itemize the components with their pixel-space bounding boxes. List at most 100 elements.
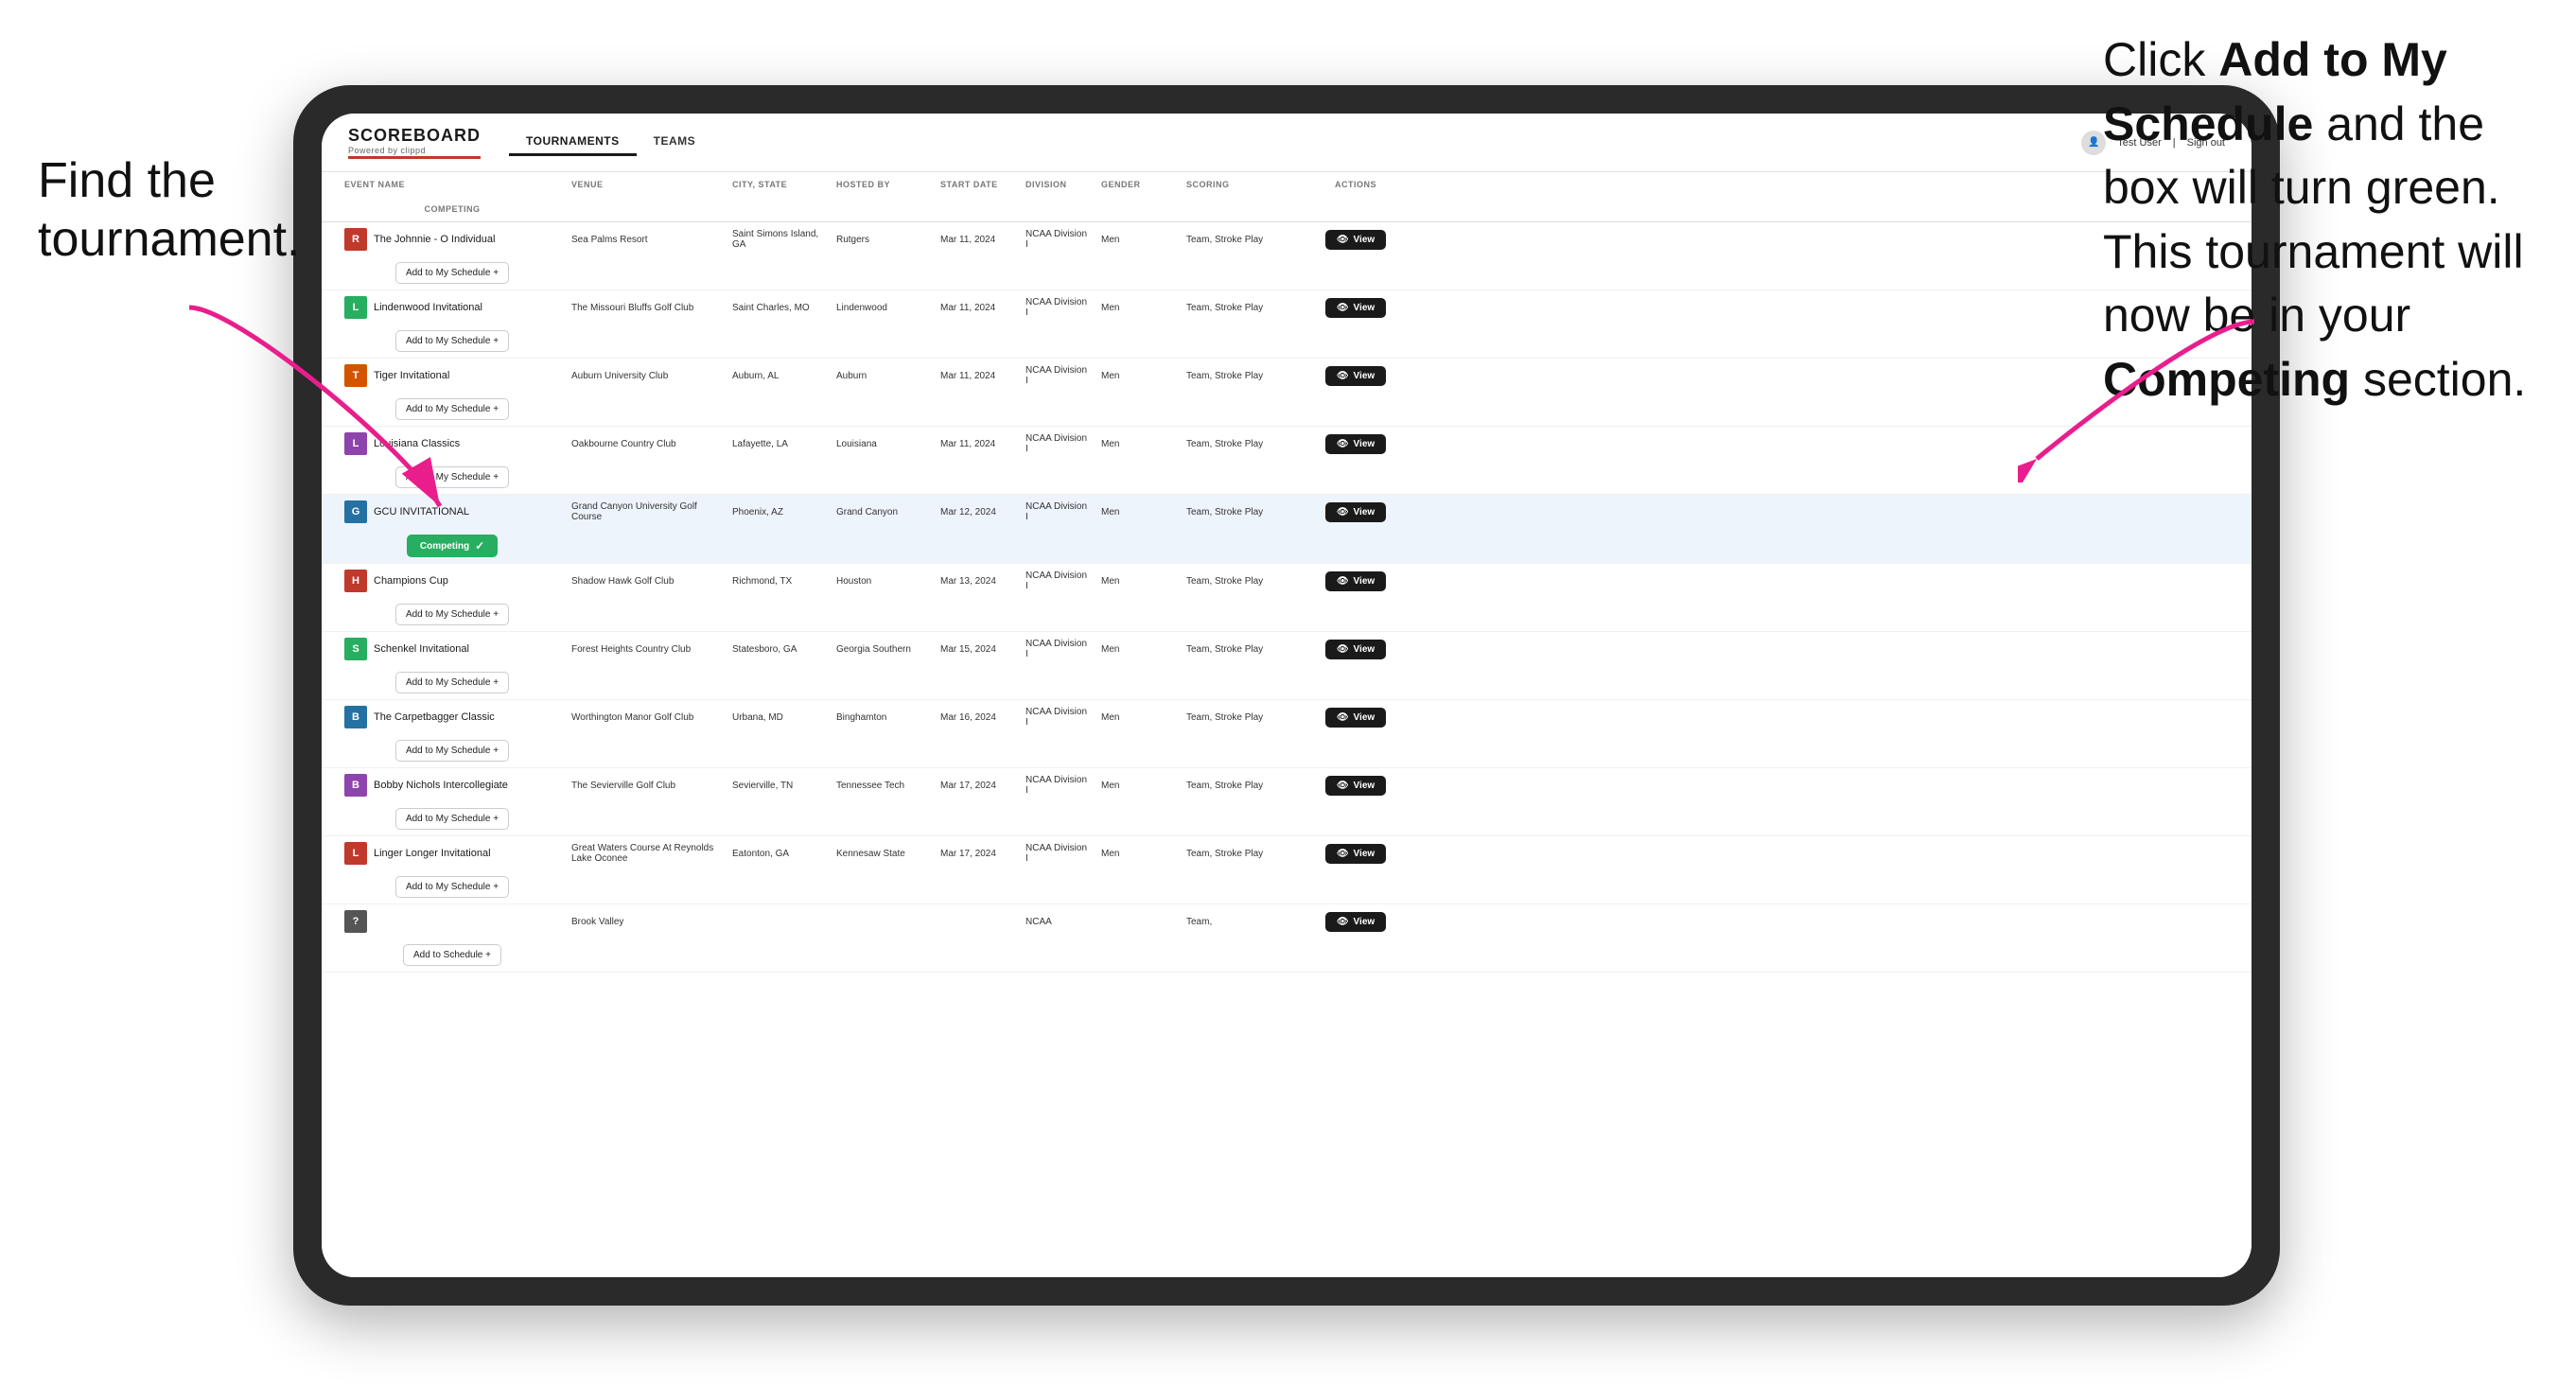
td-gender: Men	[1095, 843, 1181, 865]
td-city: Statesboro, GA	[727, 639, 831, 660]
table-row: LLindenwood InvitationalThe Missouri Blu…	[322, 290, 2252, 359]
annotation-left-line2: tournament.	[38, 212, 301, 267]
nav-tabs: TOURNAMENTS TEAMS	[509, 129, 712, 156]
logo-bar	[348, 156, 481, 159]
add-to-schedule-button[interactable]: Add to My Schedule +	[395, 740, 509, 762]
check-icon: ✓	[475, 539, 484, 553]
td-competing: Add to My Schedule +	[339, 870, 566, 904]
td-event: BBobby Nichols Intercollegiate	[339, 768, 566, 802]
add-to-schedule-button[interactable]: Add to My Schedule +	[395, 808, 509, 830]
td-division: NCAA	[1020, 911, 1095, 933]
td-scoring: Team, Stroke Play	[1181, 433, 1275, 455]
add-to-schedule-button[interactable]: Add to My Schedule +	[395, 672, 509, 693]
td-date: Mar 15, 2024	[935, 639, 1020, 660]
td-division: NCAA Division I	[1020, 360, 1095, 392]
td-competing: Add to My Schedule +	[339, 802, 566, 835]
td-date: Mar 13, 2024	[935, 570, 1020, 592]
add-to-schedule-button[interactable]: Add to My Schedule +	[395, 604, 509, 625]
td-hosted: Auburn	[831, 365, 935, 387]
td-city: Saint Simons Island, GA	[727, 223, 831, 255]
col-venue: VENUE	[566, 172, 727, 197]
col-actions: ACTIONS	[1275, 172, 1436, 197]
td-division: NCAA Division I	[1020, 633, 1095, 665]
event-name: The Johnnie - O Individual	[374, 234, 495, 245]
tab-tournaments[interactable]: TOURNAMENTS	[509, 129, 637, 156]
td-scoring: Team, Stroke Play	[1181, 365, 1275, 387]
eye-icon: 👁	[1337, 439, 1349, 449]
td-venue: Sea Palms Resort	[566, 229, 727, 251]
event-name: Bobby Nichols Intercollegiate	[374, 780, 508, 791]
eye-icon: 👁	[1337, 576, 1349, 587]
annotation-left-line1: Find the	[38, 153, 216, 208]
td-hosted: Tennessee Tech	[831, 775, 935, 797]
td-actions: 👁 View	[1275, 906, 1436, 938]
td-gender: Men	[1095, 570, 1181, 592]
td-gender: Men	[1095, 501, 1181, 523]
view-button[interactable]: 👁 View	[1325, 571, 1386, 591]
view-button[interactable]: 👁 View	[1325, 912, 1386, 932]
view-button[interactable]: 👁 View	[1325, 708, 1386, 728]
competing-button[interactable]: Competing ✓	[407, 535, 498, 557]
td-event: SSchenkel Invitational	[339, 632, 566, 666]
td-city: Eatonton, GA	[727, 843, 831, 865]
eye-icon: 👁	[1337, 235, 1349, 245]
td-actions: 👁 View	[1275, 634, 1436, 665]
logo-area: SCOREBOARD Powered by clippd	[348, 126, 481, 159]
td-hosted: Louisiana	[831, 433, 935, 455]
td-competing: Add to My Schedule +	[339, 598, 566, 631]
td-competing: Add to Schedule +	[339, 939, 566, 972]
view-button[interactable]: 👁 View	[1325, 298, 1386, 318]
eye-icon: 👁	[1337, 371, 1349, 381]
col-competing: COMPETING	[339, 197, 566, 221]
team-logo: ?	[344, 910, 367, 933]
table-body: RThe Johnnie - O IndividualSea Palms Res…	[322, 222, 2252, 973]
td-city	[727, 916, 831, 927]
td-date: Mar 17, 2024	[935, 843, 1020, 865]
annotation-left: Find the tournament.	[38, 151, 301, 270]
td-hosted: Binghamton	[831, 707, 935, 728]
td-city: Urbana, MD	[727, 707, 831, 728]
td-gender: Men	[1095, 229, 1181, 251]
td-hosted: Georgia Southern	[831, 639, 935, 660]
td-event: RThe Johnnie - O Individual	[339, 222, 566, 256]
view-button[interactable]: 👁 View	[1325, 434, 1386, 454]
tab-teams[interactable]: TEAMS	[637, 129, 713, 156]
td-city: Richmond, TX	[727, 570, 831, 592]
view-button[interactable]: 👁 View	[1325, 230, 1386, 250]
eye-icon: 👁	[1337, 917, 1349, 927]
view-button[interactable]: 👁 View	[1325, 776, 1386, 796]
col-event: EVENT NAME	[339, 172, 566, 197]
td-date	[935, 916, 1020, 927]
td-division: NCAA Division I	[1020, 701, 1095, 733]
td-scoring: Team, Stroke Play	[1181, 229, 1275, 251]
td-scoring: Team, Stroke Play	[1181, 843, 1275, 865]
logo-sub: Powered by clippd	[348, 146, 481, 155]
table-row: BThe Carpetbagger ClassicWorthington Man…	[322, 700, 2252, 768]
td-city: Saint Charles, MO	[727, 297, 831, 319]
td-scoring: Team, Stroke Play	[1181, 775, 1275, 797]
td-division: NCAA Division I	[1020, 496, 1095, 528]
view-button[interactable]: 👁 View	[1325, 366, 1386, 386]
view-button[interactable]: 👁 View	[1325, 640, 1386, 659]
add-to-schedule-button[interactable]: Add to My Schedule +	[395, 876, 509, 898]
td-competing: Add to My Schedule +	[339, 666, 566, 699]
view-button[interactable]: 👁 View	[1325, 844, 1386, 864]
add-to-schedule-button[interactable]: Add to Schedule +	[403, 944, 501, 966]
td-actions: 👁 View	[1275, 566, 1436, 597]
td-gender: Men	[1095, 297, 1181, 319]
col-gender: GENDER	[1095, 172, 1181, 197]
td-division: NCAA Division I	[1020, 769, 1095, 801]
td-city: Auburn, AL	[727, 365, 831, 387]
col-date: START DATE	[935, 172, 1020, 197]
td-hosted	[831, 916, 935, 927]
table-row: BBobby Nichols IntercollegiateThe Sevier…	[322, 768, 2252, 836]
table-row: ?Brook ValleyNCAATeam,👁 ViewAdd to Sched…	[322, 904, 2252, 973]
table-row: GGCU INVITATIONALGrand Canyon University…	[322, 495, 2252, 564]
view-button[interactable]: 👁 View	[1325, 502, 1386, 522]
td-event: HChampions Cup	[339, 564, 566, 598]
td-division: NCAA Division I	[1020, 223, 1095, 255]
td-scoring: Team, Stroke Play	[1181, 707, 1275, 728]
td-actions: 👁 View	[1275, 497, 1436, 528]
td-scoring: Team, Stroke Play	[1181, 501, 1275, 523]
td-scoring: Team, Stroke Play	[1181, 639, 1275, 660]
